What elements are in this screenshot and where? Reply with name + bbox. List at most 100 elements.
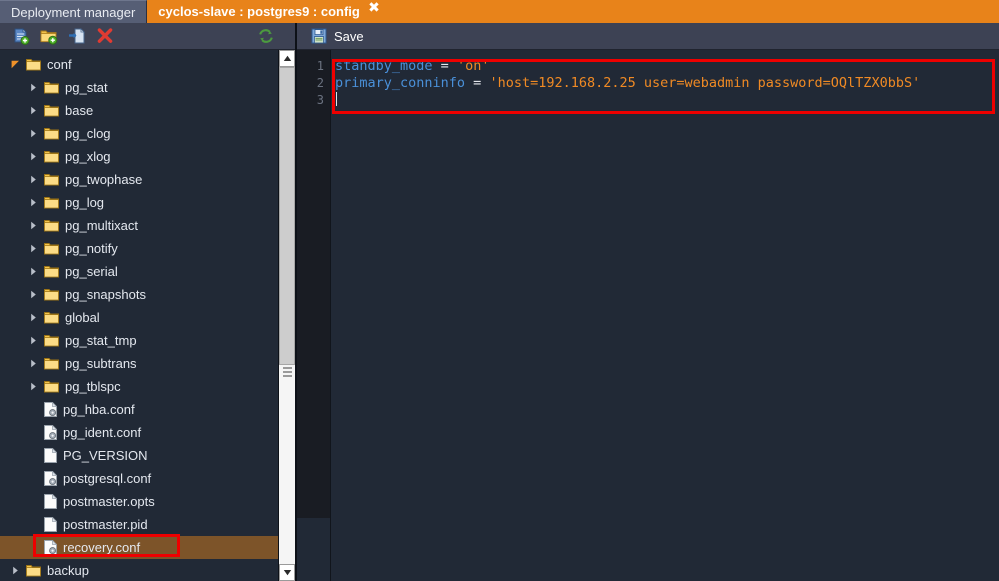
tree-toggle-arrow[interactable] [26, 313, 40, 322]
tree-item-pg-hba-conf[interactable]: pg_hba.conf [0, 398, 278, 421]
tree-item-icon [44, 334, 59, 347]
tree-toggle-arrow[interactable] [26, 152, 40, 161]
code-line[interactable]: primary_conninfo = 'host=192.168.2.25 us… [330, 75, 999, 92]
tree-item-icon [44, 265, 59, 278]
chevron-right-icon [30, 198, 36, 207]
tree-toggle-arrow[interactable] [26, 83, 40, 92]
tree-toggle-arrow[interactable] [26, 221, 40, 230]
scroll-up-button[interactable] [279, 50, 295, 67]
tab-label: Deployment manager [11, 4, 136, 20]
tree-item-label: PG_VERSION [63, 448, 148, 463]
tree-item-conf[interactable]: conf [0, 53, 278, 76]
tree-toggle-arrow[interactable] [26, 175, 40, 184]
tree-item-pg-twophase[interactable]: pg_twophase [0, 168, 278, 191]
folder-icon [44, 266, 59, 278]
assignment-operator: = [432, 58, 457, 74]
code-text-area[interactable]: standby_mode = 'on' primary_conninfo = 'h… [330, 50, 999, 581]
tree-item-icon [44, 150, 59, 163]
tree-item-label: pg_stat [65, 80, 108, 95]
tree-item-pg-clog[interactable]: pg_clog [0, 122, 278, 145]
tree-toggle-arrow[interactable] [26, 267, 40, 276]
tree-item-postgresql-conf[interactable]: postgresql.conf [0, 467, 278, 490]
tree-toggle-arrow[interactable] [26, 382, 40, 391]
code-line[interactable] [330, 92, 999, 109]
tree-toggle-arrow[interactable] [26, 359, 40, 368]
tree-item-base[interactable]: base [0, 99, 278, 122]
folder-icon [44, 220, 59, 232]
tree-toggle-arrow[interactable] [26, 129, 40, 138]
config-value: 'on' [456, 58, 490, 74]
chevron-down-expanded-icon [11, 60, 19, 69]
save-button[interactable]: Save [311, 28, 364, 44]
tree-item-pg-serial[interactable]: pg_serial [0, 260, 278, 283]
line-number-gutter: 1 2 3 [297, 50, 330, 518]
delete-button[interactable] [91, 25, 119, 47]
tree-item-label: pg_tblspc [65, 379, 121, 394]
tree-toggle-arrow[interactable] [26, 336, 40, 345]
tree-item-recovery-conf[interactable]: recovery.conf [0, 536, 278, 559]
tree-item-icon [44, 242, 59, 255]
scroll-track[interactable] [279, 67, 295, 564]
tree-item-pg-xlog[interactable]: pg_xlog [0, 145, 278, 168]
config-file-icon [44, 540, 57, 555]
file-browser-panel: conf pg_statbase pg_clog pg_xlog pg_twophase… [0, 23, 297, 581]
tree-item-icon [44, 494, 57, 509]
tree-item-pg-notify[interactable]: pg_notify [0, 237, 278, 260]
tree-toggle-arrow[interactable] [26, 198, 40, 207]
tree-item-icon [44, 517, 57, 532]
tree-item-label: pg_twophase [65, 172, 143, 187]
tree-item-pg-stat-tmp[interactable]: pg_stat_tmp [0, 329, 278, 352]
folder-icon [44, 243, 59, 255]
tree-toggle-arrow[interactable] [26, 106, 40, 115]
chevron-right-icon [30, 244, 36, 253]
folder-icon [44, 289, 59, 301]
new-file-button[interactable] [7, 25, 35, 47]
chevron-right-icon [30, 290, 36, 299]
new-folder-button[interactable] [35, 25, 63, 47]
tab-deployment-manager[interactable]: Deployment manager [0, 0, 148, 23]
tree-item-icon [44, 471, 57, 486]
tree-toggle-arrow[interactable] [26, 244, 40, 253]
tree-item-pg-multixact[interactable]: pg_multixact [0, 214, 278, 237]
tree-item-label: pg_multixact [65, 218, 138, 233]
tree-item-label: pg_serial [65, 264, 118, 279]
chevron-right-icon [30, 382, 36, 391]
file-icon [44, 448, 57, 463]
editor-panel: Save 1 2 3 standby_mode = 'on' primary_conn… [297, 23, 999, 581]
text-cursor [336, 92, 337, 106]
scroll-down-button[interactable] [279, 564, 295, 581]
tree-item-pg-version[interactable]: PG_VERSION [0, 444, 278, 467]
tree-item-pg-tblspc[interactable]: pg_tblspc [0, 375, 278, 398]
save-icon [311, 28, 327, 44]
tree-item-label: base [65, 103, 94, 118]
tree-item-pg-snapshots[interactable]: pg_snapshots [0, 283, 278, 306]
tree-item-icon [44, 402, 57, 417]
tree-item-global[interactable]: global [0, 306, 278, 329]
tree-item-pg-ident-conf[interactable]: pg_ident.conf [0, 421, 278, 444]
config-key: standby_mode [335, 58, 433, 74]
tree-item-backup[interactable]: backup [0, 559, 278, 581]
folder-icon [44, 82, 59, 94]
code-line[interactable]: standby_mode = 'on' [330, 58, 999, 75]
tab-label: cyclos-slave : postgres9 : config [158, 4, 360, 19]
scroll-thumb[interactable] [279, 67, 295, 365]
tree-item-postmaster-opts[interactable]: postmaster.opts [0, 490, 278, 513]
tree-toggle-arrow[interactable] [8, 566, 22, 575]
refresh-button[interactable] [252, 25, 280, 47]
upload-file-button[interactable] [63, 25, 91, 47]
close-icon[interactable]: ✖ [368, 1, 380, 15]
tree-item-label: pg_xlog [65, 149, 111, 164]
chevron-right-icon [12, 566, 18, 575]
tree-item-pg-stat[interactable]: pg_stat [0, 76, 278, 99]
tree-item-postmaster-pid[interactable]: postmaster.pid [0, 513, 278, 536]
code-editor[interactable]: 1 2 3 standby_mode = 'on' primary_conninfo … [297, 50, 999, 581]
tree-item-icon [44, 81, 59, 94]
chevron-right-icon [30, 336, 36, 345]
file-tree-scrollbar[interactable] [278, 50, 295, 581]
folder-icon [26, 565, 41, 577]
tree-item-pg-log[interactable]: pg_log [0, 191, 278, 214]
tree-item-pg-subtrans[interactable]: pg_subtrans [0, 352, 278, 375]
tree-toggle-arrow[interactable] [8, 60, 22, 69]
tab-cyclos-slave-config[interactable]: cyclos-slave : postgres9 : config ✖ [147, 0, 386, 23]
tree-toggle-arrow[interactable] [26, 290, 40, 299]
